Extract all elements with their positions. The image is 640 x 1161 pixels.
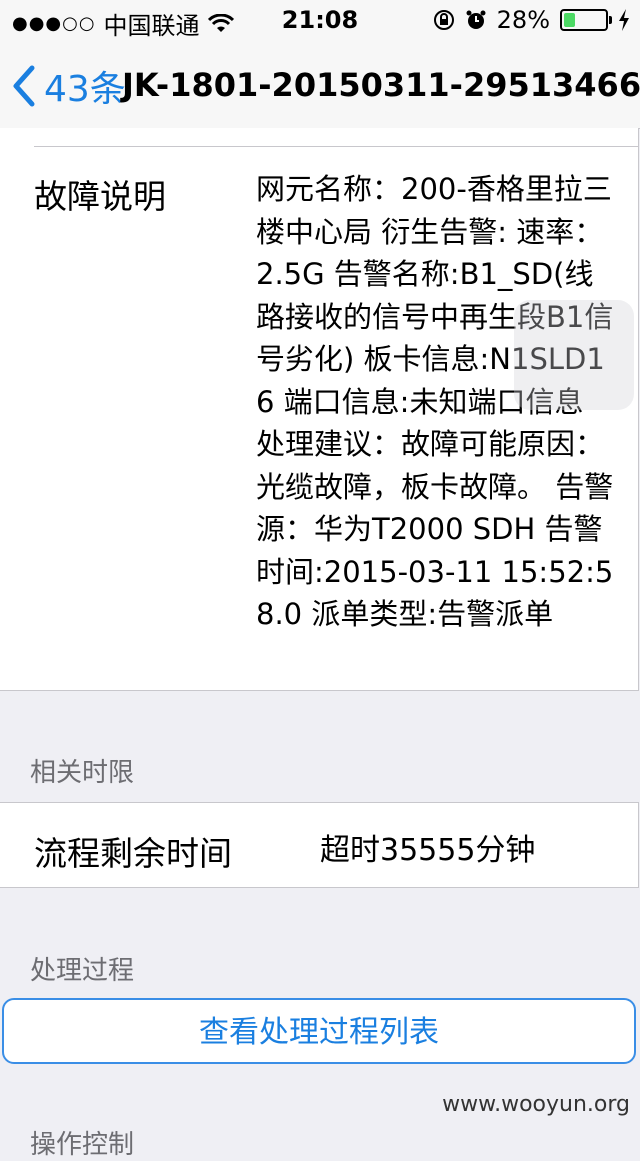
back-button[interactable]: 43条 — [10, 60, 126, 112]
scroll-indicator — [514, 300, 634, 410]
fault-description-label: 故障说明 — [34, 177, 166, 216]
status-right: 28% — [433, 6, 630, 34]
view-process-list-button[interactable]: 查看处理过程列表 — [2, 998, 636, 1064]
remaining-time-row: 流程剩余时间 超时35555分钟 — [0, 802, 639, 888]
section-header-process: 处理过程 — [30, 956, 135, 986]
battery-level — [564, 13, 576, 27]
page-title: JK-1801-20150311-29513466 — [122, 66, 640, 104]
chevron-left-icon — [13, 65, 35, 107]
remaining-time-label: 流程剩余时间 — [34, 834, 232, 873]
battery-icon — [560, 9, 612, 31]
rotation-lock-icon — [433, 10, 454, 30]
section-header-partial: 操作控制 — [30, 1130, 135, 1160]
remaining-time-value: 超时35555分钟 — [320, 833, 536, 868]
back-label: 43条 — [44, 69, 126, 110]
section-header-deadline: 相关时限 — [30, 758, 135, 788]
watermark: www.wooyun.org — [442, 1092, 630, 1117]
status-bar: ●●●○○ 中国联通 21:08 28% — [0, 0, 640, 40]
alarm-icon — [466, 10, 486, 29]
divider — [34, 146, 638, 147]
battery-percent: 28% — [496, 6, 550, 34]
charging-bolt-icon — [619, 9, 629, 31]
navigation-bar: 43条 JK-1801-20150311-29513466 — [0, 40, 640, 129]
